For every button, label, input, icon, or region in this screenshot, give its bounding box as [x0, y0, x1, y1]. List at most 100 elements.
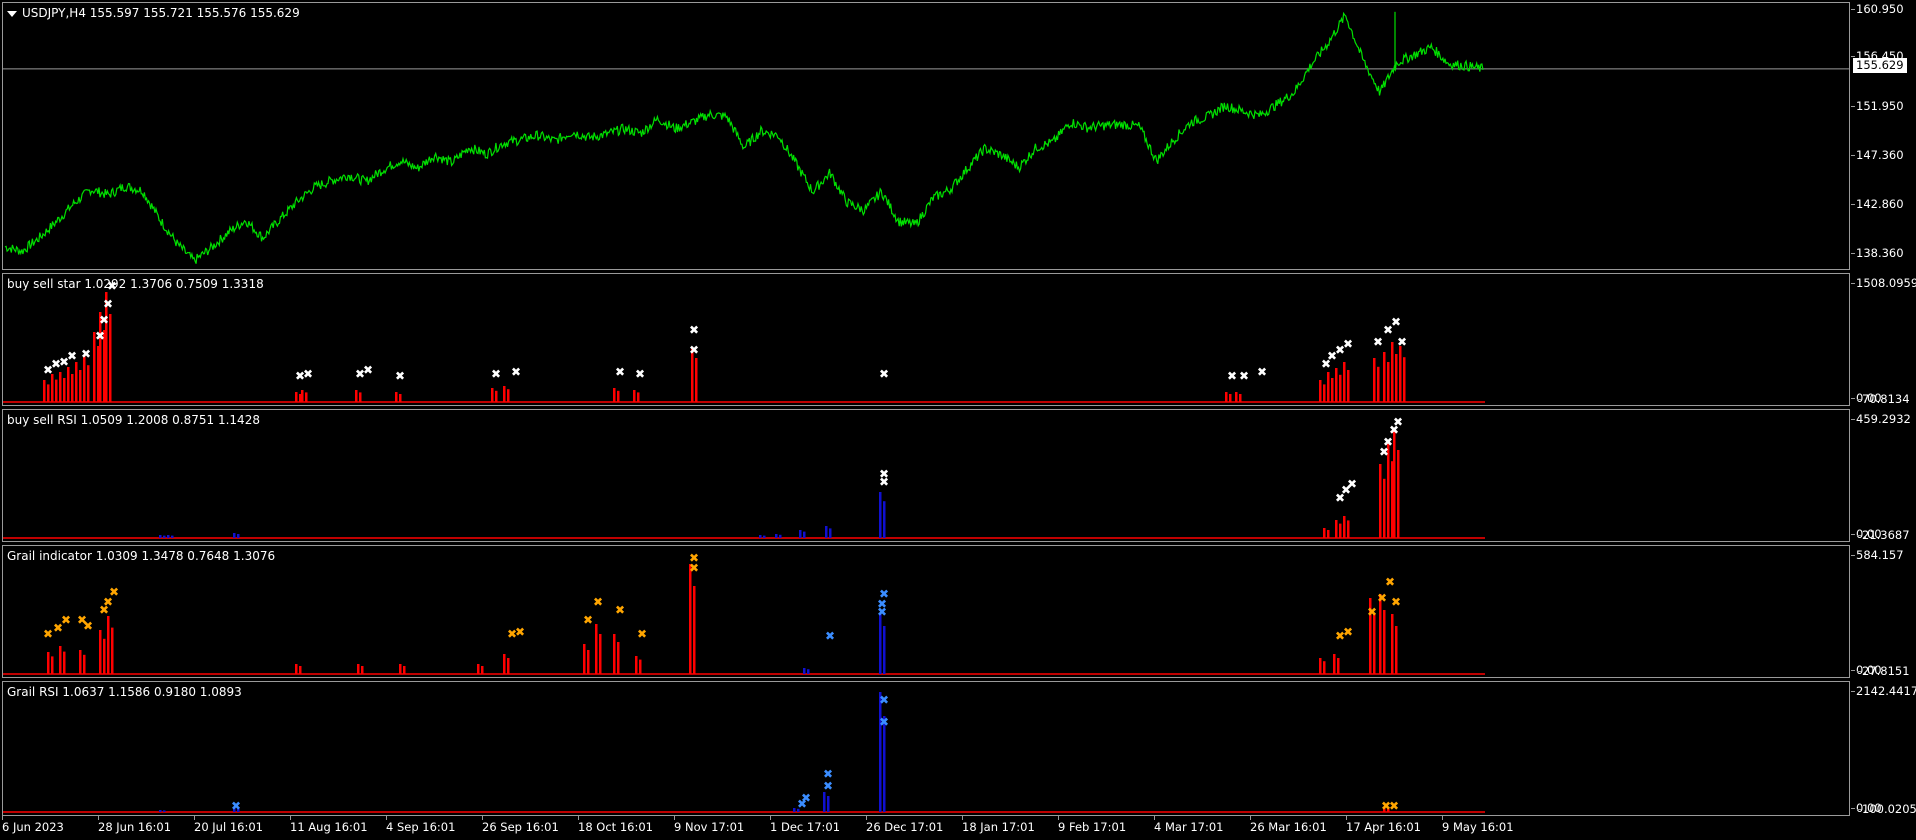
signal-bar: [883, 626, 886, 674]
signal-bar: [55, 379, 58, 402]
indicator-title: buy sell RSI 1.0509 1.2008 0.8751 1.1428: [7, 413, 260, 427]
price-tick: 138.360: [1851, 246, 1904, 260]
cross-marker-icon: ✖: [1391, 315, 1401, 329]
cross-marker-icon: ✖: [583, 613, 593, 627]
price-tick: 142.860: [1851, 197, 1904, 211]
time-axis[interactable]: 6 Jun 2023 28 Jun 16:01 20 Jul 16:01 11 …: [0, 816, 1916, 840]
signal-bar: [159, 535, 162, 538]
signal-bar: [1335, 368, 1338, 402]
main-price-axis[interactable]: 160.950 156.450 151.950 147.360 142.860 …: [1851, 2, 1916, 270]
main-price-pane[interactable]: USDJPY,H4 155.597 155.721 155.576 155.62…: [2, 2, 1850, 270]
cross-marker-icon: ✖: [231, 799, 241, 813]
signal-bar: [111, 627, 114, 674]
signal-bar: [399, 394, 402, 402]
signal-bar: [79, 370, 82, 402]
signal-bar: [879, 614, 882, 674]
signal-bar: [599, 634, 602, 674]
cross-marker-icon: ✖: [1389, 799, 1399, 813]
signal-bar: [1239, 394, 1242, 402]
signal-bar: [1395, 626, 1398, 674]
time-label: 26 Dec 17:01: [866, 816, 944, 834]
indicator-bottom-tick-2: 27.8151: [1857, 664, 1910, 678]
signal-bar: [1333, 654, 1336, 674]
time-label: 20 Jul 16:01: [194, 816, 263, 834]
cross-marker-icon: ✖: [689, 561, 699, 575]
cross-marker-icon: ✖: [99, 313, 109, 327]
signal-bar: [1399, 346, 1402, 402]
current-price-tag: 155.629: [1853, 58, 1907, 73]
indicator-pane-grail-indicator[interactable]: ✖ ✖ ✖ ✖ ✖ ✖ ✖ ✖ ✖ ✖ ✖ ✖ ✖ ✖ ✖ ✖ ✖ ✖ ✖ ✖ ✖ ✖ ✖ ✖ ✖ ✖ Grail indicat…: [2, 545, 1850, 678]
signal-bar: [1377, 366, 1380, 402]
cross-marker-icon: ✖: [823, 779, 833, 793]
signal-bar: [305, 392, 308, 402]
signal-bar: [233, 533, 236, 538]
indicator-pane-buy-sell-rsi[interactable]: ✖ ✖ ✖ ✖ ✖ ✖ ✖ ✖ ✖ buy sell RSI 1.0509 1.2008 0.8…: [2, 409, 1850, 542]
cross-marker-icon: ✖: [1257, 365, 1267, 379]
signal-bar: [43, 380, 46, 402]
signal-bar: [1225, 392, 1228, 402]
signal-bar: [1347, 520, 1350, 538]
indicator-title: Grail indicator 1.0309 1.3478 0.7648 1.3…: [7, 549, 276, 563]
cross-marker-icon: ✖: [81, 347, 91, 361]
signal-bar: [163, 535, 166, 538]
cross-marker-icon: ✖: [635, 367, 645, 381]
signal-bar: [47, 652, 50, 674]
signal-bar: [237, 534, 240, 538]
indicator-pane-grail-rsi[interactable]: ✖ ✖ ✖ ✖ ✖ ✖ ✖ ✖ ✖ Grail RSI 1.0637 1.1586 0.9180…: [2, 681, 1850, 816]
cross-marker-icon: ✖: [103, 297, 113, 311]
indicator-title: buy sell star 1.0292 1.3706 0.7509 1.331…: [7, 277, 264, 291]
signal-bar: [399, 664, 402, 674]
cross-marker-icon: ✖: [1383, 435, 1393, 449]
cross-marker-icon: ✖: [1373, 335, 1383, 349]
signal-bar: [793, 808, 796, 812]
cross-marker-icon: ✖: [879, 693, 889, 707]
indicator-pane-buy-sell-star[interactable]: ✖ ✖ ✖ ✖ ✖ ✖ ✖ ✖ ✖ ✖ ✖ ✖ ✖ ✖ ✖ ✖ ✖ ✖ ✖ ✖ ✖ ✖ ✖ ✖ ✖ ✖ ✖ ✖ ✖ ✖ ✖ ✖ buy sel…: [2, 273, 1850, 406]
price-line-series: [4, 11, 1484, 264]
indicator-bottom-tick-2: 70.8134: [1857, 392, 1910, 406]
signal-bar: [1343, 516, 1346, 538]
cross-marker-icon: ✖: [689, 343, 699, 357]
signal-bar: [1391, 342, 1394, 402]
cross-marker-icon: ✖: [615, 365, 625, 379]
signal-bar: [1391, 614, 1394, 674]
signal-bar: [75, 362, 78, 402]
signal-bar: [1383, 478, 1386, 538]
indicator-axis: 584.157 0.00 27.8151: [1851, 545, 1916, 678]
cross-marker-icon: ✖: [615, 603, 625, 617]
time-label: 26 Mar 16:01: [1250, 816, 1327, 834]
signal-bar: [879, 692, 882, 812]
cross-marker-icon: ✖: [689, 323, 699, 337]
dropdown-triangle-icon[interactable]: [7, 10, 17, 17]
signal-bar: [491, 388, 494, 402]
signal-bar: [775, 534, 778, 538]
cross-marker-icon: ✖: [67, 349, 77, 363]
signal-bar: [803, 531, 806, 538]
signal-bar: [109, 314, 112, 402]
signal-bar: [635, 656, 638, 674]
cross-marker-icon: ✖: [1227, 369, 1237, 383]
signal-bar: [1319, 380, 1322, 402]
grail-rsi-histogram: ✖ ✖✖✖✖✖✖✖✖: [3, 692, 1485, 813]
signal-bar: [829, 528, 832, 538]
symbol-quote-text: USDJPY,H4 155.597 155.721 155.576 155.62…: [22, 6, 300, 20]
time-label: 11 Aug 16:01: [290, 816, 368, 834]
time-label: 6 Jun 2023: [2, 816, 64, 834]
signal-bar: [79, 650, 82, 674]
indicator-axis: 2142.4417 0.00 100.0205: [1850, 681, 1916, 816]
time-label: 4 Mar 17:01: [1154, 816, 1224, 834]
cross-marker-icon: ✖: [395, 369, 405, 383]
signal-bar: [295, 664, 298, 674]
signal-bar: [1339, 374, 1342, 402]
time-label: 26 Sep 16:01: [482, 816, 559, 834]
signal-bar: [1335, 520, 1338, 538]
signal-bar: [807, 669, 810, 674]
signal-bar: [1383, 610, 1386, 674]
price-line-chart: [3, 11, 1849, 264]
signal-bar: [403, 666, 406, 674]
price-tick: 160.950: [1851, 2, 1904, 16]
indicator-top-tick: 459.2932: [1851, 412, 1911, 426]
cross-marker-icon: ✖: [109, 585, 119, 599]
signal-bar: [163, 810, 166, 812]
signal-bar: [1337, 658, 1340, 674]
signal-bar: [583, 644, 586, 674]
